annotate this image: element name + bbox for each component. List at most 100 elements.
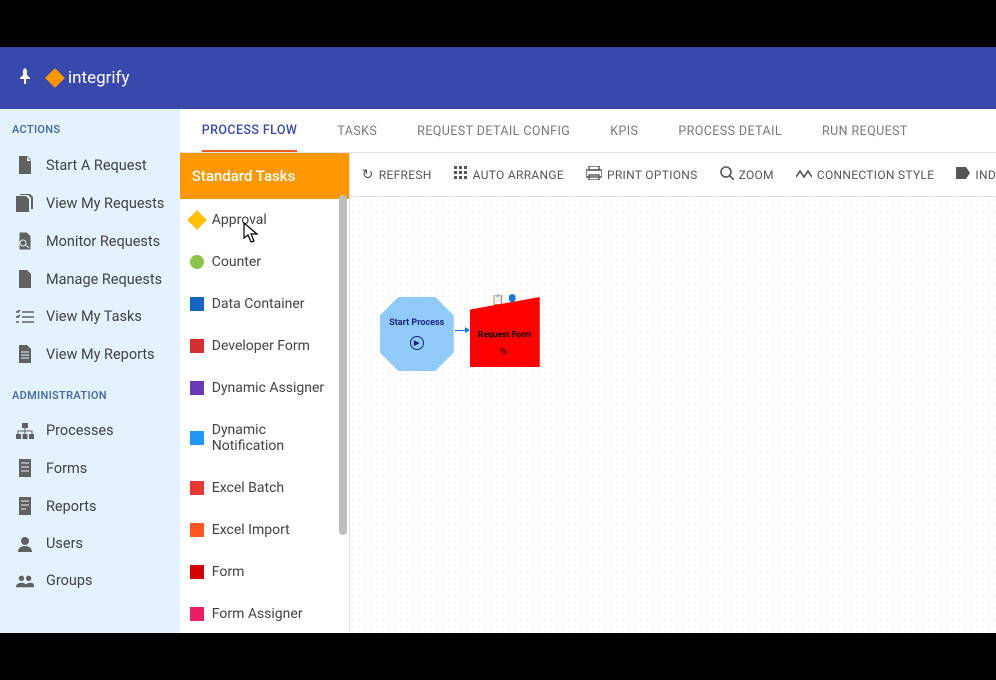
connection-style-button[interactable]: CONNECTION STYLE — [796, 167, 935, 183]
nav-start-request[interactable]: Start A Request — [8, 146, 180, 184]
nav-label: Users — [46, 535, 83, 552]
doc-gear-icon — [16, 270, 34, 288]
task-label: Developer Form — [212, 338, 310, 354]
zoom-icon — [720, 166, 734, 184]
square-icon — [190, 431, 204, 445]
tool-label: REFRESH — [379, 168, 432, 182]
nav-groups[interactable]: Groups — [8, 562, 180, 599]
tool-label: PRINT OPTIONS — [607, 168, 698, 182]
canvas-toolbar: ↻ REFRESH AUTO ARRANGE PRINT OPTIONS ZOO… — [350, 153, 996, 197]
task-label: Form — [212, 564, 245, 580]
tool-label: AUTO ARRANGE — [473, 168, 564, 182]
tag-icon — [956, 167, 970, 183]
nav-label: Forms — [46, 460, 87, 477]
nav-reports[interactable]: Reports — [8, 487, 180, 525]
report-icon — [16, 497, 34, 515]
tab-process-flow[interactable]: PROCESS FLOW — [202, 109, 298, 152]
nav-label: Reports — [46, 498, 97, 515]
task-label: Counter — [212, 254, 261, 270]
doc-lines-icon — [16, 345, 34, 363]
square-icon — [190, 481, 204, 495]
task-data-container[interactable]: Data Container — [180, 283, 349, 325]
workspace: ACTIONS Start A Request View My Requests… — [0, 109, 996, 633]
zoom-button[interactable]: ZOOM — [720, 166, 774, 184]
nav-view-my-reports[interactable]: View My Reports — [8, 335, 180, 373]
tab-kpis[interactable]: KPIS — [610, 110, 638, 151]
nav-label: Monitor Requests — [46, 233, 160, 250]
node-request-form[interactable]: 📋 👤 Request Form ✎ — [470, 297, 540, 367]
nav-label: View My Reports — [46, 346, 155, 363]
task-form[interactable]: Form — [180, 551, 349, 593]
window-border-top — [0, 0, 996, 47]
pencil-icon: ✎ — [500, 347, 508, 358]
task-counter[interactable]: Counter — [180, 241, 349, 283]
indicator-button[interactable]: IND — [956, 167, 996, 183]
task-palette-header[interactable]: Standard Tasks — [180, 153, 349, 199]
print-icon — [586, 166, 602, 184]
tab-request-detail-config[interactable]: REQUEST DETAIL CONFIG — [417, 110, 570, 151]
nav-view-my-requests[interactable]: View My Requests — [8, 184, 180, 222]
task-label: Excel Import — [212, 522, 290, 538]
task-list: Approval Counter Data Container Develope… — [180, 199, 349, 635]
nav-processes[interactable]: Processes — [8, 412, 180, 449]
nav-label: Processes — [46, 422, 114, 439]
tool-label: IND — [975, 168, 996, 182]
node-start-process[interactable]: Start Process ▶ — [380, 297, 454, 371]
task-label: Dynamic Assigner — [212, 380, 324, 396]
user-icon — [16, 536, 34, 552]
content: Standard Tasks Approval Counter Data Con… — [180, 153, 996, 635]
main-area: PROCESS FLOW TASKS REQUEST DETAIL CONFIG… — [180, 109, 996, 633]
task-label: Excel Batch — [212, 480, 284, 496]
task-excel-batch[interactable]: Excel Batch — [180, 467, 349, 509]
checklist-icon — [16, 310, 34, 324]
node-label: Request Form — [470, 330, 540, 340]
task-excel-import[interactable]: Excel Import — [180, 509, 349, 551]
task-dynamic-notification[interactable]: Dynamic Notification — [180, 409, 349, 467]
app-header: integrify — [0, 47, 996, 109]
task-label: Form Assigner — [212, 606, 303, 622]
docs-stack-icon — [16, 194, 34, 212]
square-icon — [190, 565, 204, 579]
brand-name: integrify — [68, 68, 130, 88]
brand-logo[interactable]: integrify — [48, 68, 130, 88]
auto-arrange-button[interactable]: AUTO ARRANGE — [454, 166, 564, 184]
scrollbar[interactable] — [339, 195, 347, 535]
square-icon — [190, 339, 204, 353]
nav-view-my-tasks[interactable]: View My Tasks — [8, 298, 180, 335]
doc-search-icon — [16, 232, 34, 250]
tool-label: CONNECTION STYLE — [817, 168, 935, 182]
nav-users[interactable]: Users — [8, 525, 180, 562]
nav-label: View My Tasks — [46, 308, 142, 325]
tool-label: ZOOM — [739, 168, 774, 182]
square-icon — [190, 523, 204, 537]
task-label: Approval — [212, 212, 267, 228]
pin-icon[interactable] — [18, 68, 32, 88]
refresh-button[interactable]: ↻ REFRESH — [362, 167, 432, 183]
nav-label: Start A Request — [46, 157, 147, 174]
tab-process-detail[interactable]: PROCESS DETAIL — [678, 110, 782, 151]
canvas-area: ↻ REFRESH AUTO ARRANGE PRINT OPTIONS ZOO… — [350, 153, 996, 635]
nav-forms[interactable]: Forms — [8, 449, 180, 487]
tab-bar: PROCESS FLOW TASKS REQUEST DETAIL CONFIG… — [180, 109, 996, 153]
print-options-button[interactable]: PRINT OPTIONS — [586, 166, 698, 184]
connection-arrow[interactable] — [455, 330, 469, 331]
nav-monitor-requests[interactable]: Monitor Requests — [8, 222, 180, 260]
task-palette: Standard Tasks Approval Counter Data Con… — [180, 153, 350, 635]
sidebar-section-admin: ADMINISTRATION — [8, 383, 180, 412]
nav-label: Manage Requests — [46, 271, 162, 288]
tab-run-request[interactable]: RUN REQUEST — [822, 110, 908, 151]
refresh-icon: ↻ — [362, 167, 374, 183]
task-dynamic-assigner[interactable]: Dynamic Assigner — [180, 367, 349, 409]
task-approval[interactable]: Approval — [180, 199, 349, 241]
task-label: Dynamic Notification — [212, 422, 339, 454]
tab-tasks[interactable]: TASKS — [337, 110, 377, 151]
play-icon: ▶ — [410, 336, 424, 350]
sidebar-section-actions: ACTIONS — [8, 117, 180, 146]
grid-icon — [454, 166, 468, 184]
square-icon — [190, 381, 204, 395]
task-developer-form[interactable]: Developer Form — [180, 325, 349, 367]
nav-manage-requests[interactable]: Manage Requests — [8, 260, 180, 298]
sitemap-icon — [16, 423, 34, 439]
flow-canvas[interactable]: Start Process ▶ 📋 👤 Request Form ✎ — [350, 197, 996, 635]
task-form-assigner[interactable]: Form Assigner — [180, 593, 349, 635]
